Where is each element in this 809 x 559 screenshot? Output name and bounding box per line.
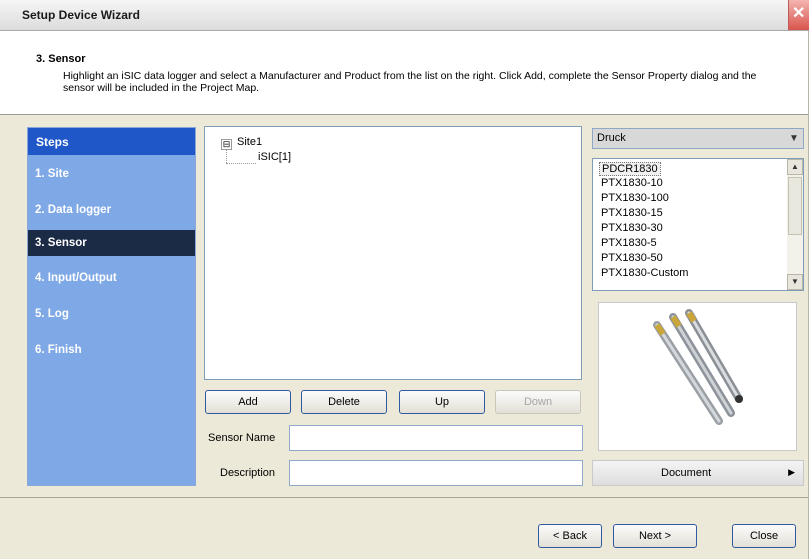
list-item[interactable]: PTX1830-Custom [601, 267, 688, 279]
add-button-label: Add [238, 396, 258, 408]
product-list[interactable]: PDCR1830 PTX1830-10 PTX1830-100 PTX1830-… [592, 158, 804, 291]
next-button-label: Next > [638, 530, 672, 542]
close-wizard-button[interactable]: Close [732, 524, 796, 548]
step-label: 1. Site [35, 168, 69, 180]
chevron-down-icon[interactable]: ▼ [785, 129, 803, 148]
tree-connector [226, 163, 256, 164]
down-button-label: Down [523, 396, 553, 408]
tree-node-site[interactable]: Site1 [237, 136, 262, 148]
product-list-scrollbar[interactable]: ▲ ▼ [787, 159, 803, 290]
step-label: 3. Sensor [35, 237, 87, 249]
list-item[interactable]: PDCR1830 [599, 162, 661, 176]
close-button[interactable]: ✕ [788, 0, 809, 30]
tree-connector [226, 149, 227, 163]
back-button-label: < Back [553, 530, 587, 542]
step-data-logger[interactable]: 2. Data logger [28, 197, 195, 223]
product-image-panel [598, 302, 797, 451]
step-label: 6. Finish [35, 344, 82, 356]
scroll-down-icon[interactable]: ▼ [787, 274, 803, 290]
document-button-label: Document [661, 467, 712, 479]
next-button[interactable]: Next > [613, 524, 697, 548]
back-button[interactable]: < Back [538, 524, 602, 548]
step-label: 5. Log [35, 308, 69, 320]
list-item[interactable]: PTX1830-50 [601, 252, 663, 264]
scroll-up-icon[interactable]: ▲ [787, 159, 803, 175]
step-sensor[interactable]: 3. Sensor [28, 230, 195, 256]
up-button-label: Up [434, 396, 450, 408]
steps-panel: Steps 1. Site 2. Data logger 3. Sensor 4… [27, 127, 196, 486]
add-button[interactable]: Add [205, 390, 291, 414]
step-log[interactable]: 5. Log [28, 301, 195, 327]
list-item[interactable]: PTX1830-15 [601, 207, 663, 219]
list-item[interactable]: PTX1830-30 [601, 222, 663, 234]
list-item[interactable]: PTX1830-100 [601, 192, 669, 204]
up-button[interactable]: Up [399, 390, 485, 414]
steps-header-label: Steps [36, 135, 69, 149]
project-tree[interactable]: ⊟ Site1 iSIC[1] [204, 126, 582, 380]
down-button: Down [495, 390, 581, 414]
delete-button-label: Delete [328, 396, 360, 408]
step-finish[interactable]: 6. Finish [28, 337, 195, 363]
sensor-probe-image [653, 309, 743, 425]
manufacturer-dropdown[interactable]: Druck ▼ [592, 128, 804, 149]
step-title: 3. Sensor [36, 53, 86, 65]
step-label: 4. Input/Output [35, 272, 117, 284]
description-field[interactable] [289, 460, 583, 486]
chevron-right-icon: ▶ [788, 467, 795, 477]
list-item[interactable]: PTX1830-10 [601, 177, 663, 189]
instructions-text: Highlight an iSIC data logger and select… [63, 70, 757, 94]
step-input-output[interactable]: 4. Input/Output [28, 265, 195, 291]
footer-divider [0, 497, 808, 498]
sensor-name-label: Sensor Name [208, 432, 276, 444]
scroll-thumb[interactable] [788, 177, 802, 235]
manufacturer-value: Druck [597, 132, 626, 144]
description-label: Description [220, 467, 276, 479]
list-item[interactable]: PTX1830-5 [601, 237, 657, 249]
close-button-label: Close [749, 530, 779, 542]
steps-header: Steps [28, 128, 195, 155]
title-bar: Setup Device Wizard ✕ [0, 0, 809, 31]
window-title: Setup Device Wizard [22, 8, 140, 22]
setup-device-wizard-window: Setup Device Wizard ✕ 3. Sensor Highligh… [0, 0, 809, 559]
document-button[interactable]: Document ▶ [592, 460, 804, 486]
delete-button[interactable]: Delete [301, 390, 387, 414]
close-icon: ✕ [792, 5, 806, 22]
tree-node-logger[interactable]: iSIC[1] [258, 151, 291, 163]
step-label: 2. Data logger [35, 204, 112, 216]
sensor-name-field[interactable] [289, 425, 583, 451]
step-site[interactable]: 1. Site [28, 161, 195, 187]
